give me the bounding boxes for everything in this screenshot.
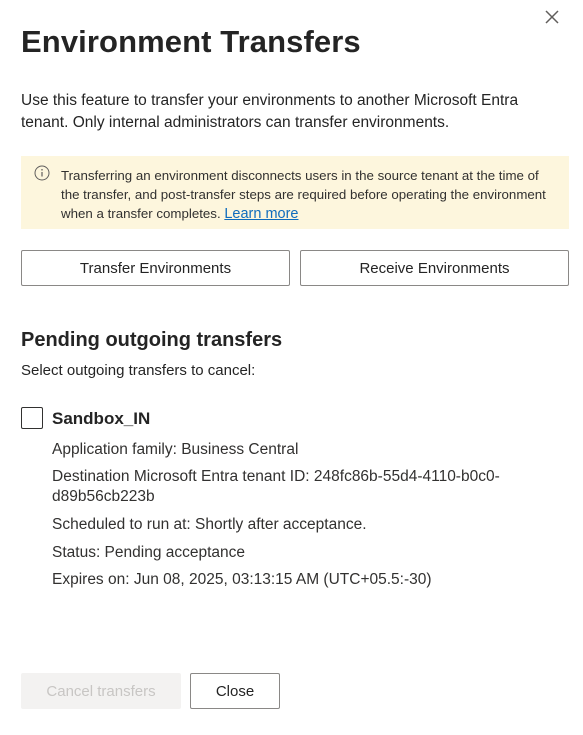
cancel-transfers-button[interactable]: Cancel transfers (21, 673, 181, 709)
pending-transfers-instruction: Select outgoing transfers to cancel: (21, 362, 256, 379)
environment-transfers-dialog: Environment Transfers Use this feature t… (0, 0, 583, 735)
transfer-environments-button[interactable]: Transfer Environments (21, 250, 290, 286)
info-icon (34, 165, 50, 181)
close-icon[interactable] (543, 8, 561, 26)
dialog-title: Environment Transfers (21, 24, 361, 59)
info-message-bar: Transferring an environment disconnects … (21, 156, 569, 229)
info-message-text: Transferring an environment disconnects … (61, 168, 546, 221)
dialog-intro-text: Use this feature to transfer your enviro… (21, 92, 519, 131)
expires-on-text: Expires on: Jun 08, 2025, 03:13:15 AM (U… (52, 571, 432, 588)
transfer-select-checkbox[interactable] (21, 407, 43, 429)
application-family-text: Application family: Business Central (52, 441, 299, 458)
destination-tenant-text: Destination Microsoft Entra tenant ID: 2… (52, 468, 500, 505)
scheduled-run-text: Scheduled to run at: Shortly after accep… (52, 516, 367, 533)
pending-transfers-heading: Pending outgoing transfers (21, 329, 283, 351)
learn-more-link[interactable]: Learn more (224, 206, 298, 222)
environment-name: Sandbox_IN (52, 409, 151, 428)
close-button[interactable]: Close (190, 673, 280, 709)
receive-environments-button[interactable]: Receive Environments (300, 250, 569, 286)
status-text: Status: Pending acceptance (52, 544, 246, 561)
